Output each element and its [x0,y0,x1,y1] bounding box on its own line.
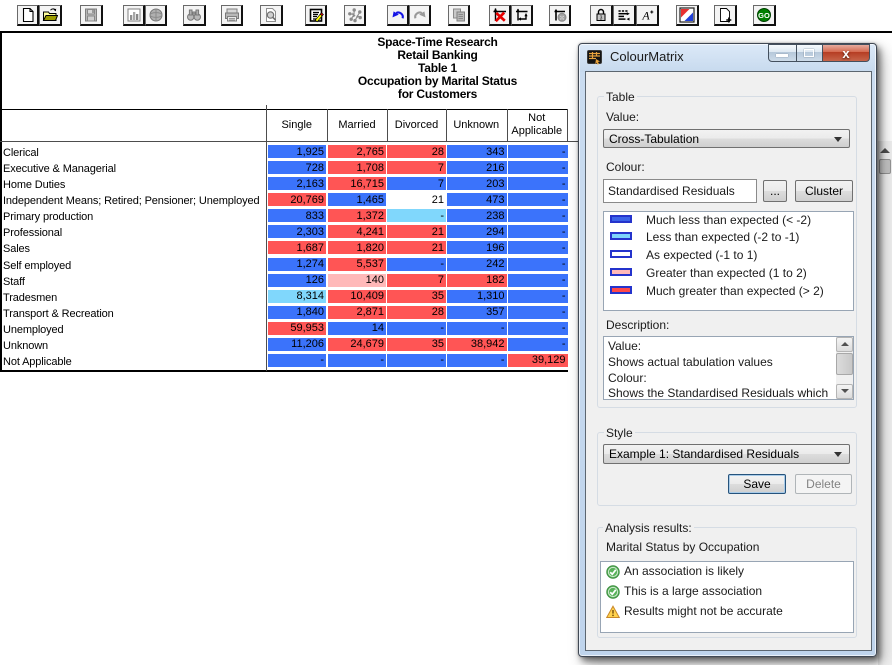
svg-text:A: A [641,9,650,23]
svg-text:3: 3 [600,15,603,21]
svg-text:GO: GO [758,11,770,20]
